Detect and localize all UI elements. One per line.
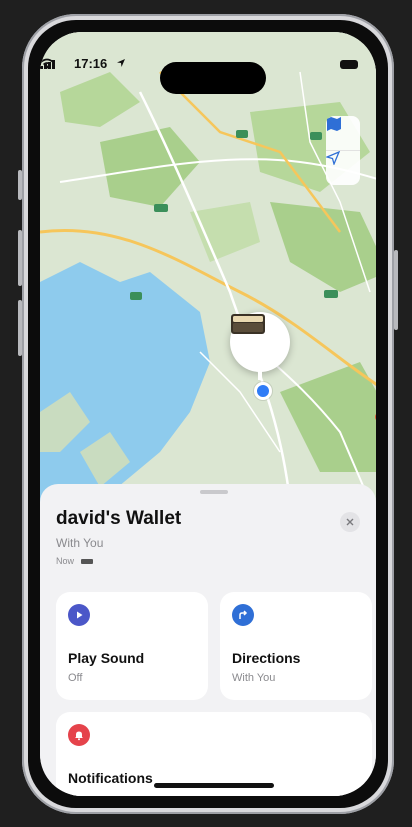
map-view[interactable]: 17:16 (40, 32, 376, 502)
play-sound-label: Play Sound (68, 650, 145, 666)
wifi-icon (40, 58, 54, 69)
battery-icon (340, 60, 358, 69)
close-button[interactable] (340, 512, 360, 532)
power-button[interactable] (394, 250, 398, 330)
pin-tail (258, 370, 262, 380)
item-status: With You (56, 536, 104, 550)
phone-frame: 17:16 david's Wallet With You Now Play S… (22, 14, 394, 814)
screen: 17:16 david's Wallet With You Now Play S… (40, 32, 376, 796)
recenter-button[interactable] (326, 150, 360, 185)
dynamic-island (160, 62, 266, 94)
wallet-icon (231, 314, 265, 334)
user-location-dot (254, 382, 272, 400)
item-detail-sheet[interactable]: david's Wallet With You Now Play Sound O… (40, 484, 376, 796)
directions-icon (232, 604, 254, 626)
last-seen-text: Now (56, 556, 75, 566)
item-last-seen: Now (56, 556, 93, 566)
sheet-grabber[interactable] (200, 490, 228, 494)
close-icon (346, 518, 354, 526)
phone-bezel: 17:16 david's Wallet With You Now Play S… (28, 20, 388, 808)
location-arrow-icon (326, 151, 340, 165)
item-location-pin[interactable] (230, 312, 290, 372)
play-sound-card[interactable]: Play Sound Off (56, 592, 208, 700)
map-graphic (40, 32, 376, 502)
item-name: david's Wallet (56, 508, 182, 529)
play-icon (68, 604, 90, 626)
status-bar: 17:16 (40, 54, 376, 94)
map-icon (327, 117, 341, 131)
directions-value: With You (232, 672, 276, 684)
map-mode-button[interactable] (326, 116, 360, 150)
directions-label: Directions (232, 650, 301, 666)
play-sound-value: Off (68, 672, 83, 684)
directions-card[interactable]: Directions With You (220, 592, 372, 700)
notifications-label: Notifications (68, 770, 153, 786)
status-time: 17:16 (74, 56, 108, 71)
home-indicator[interactable] (154, 783, 274, 788)
bell-icon (68, 724, 90, 746)
battery-level-icon (80, 559, 93, 565)
location-arrow-icon (117, 59, 125, 67)
